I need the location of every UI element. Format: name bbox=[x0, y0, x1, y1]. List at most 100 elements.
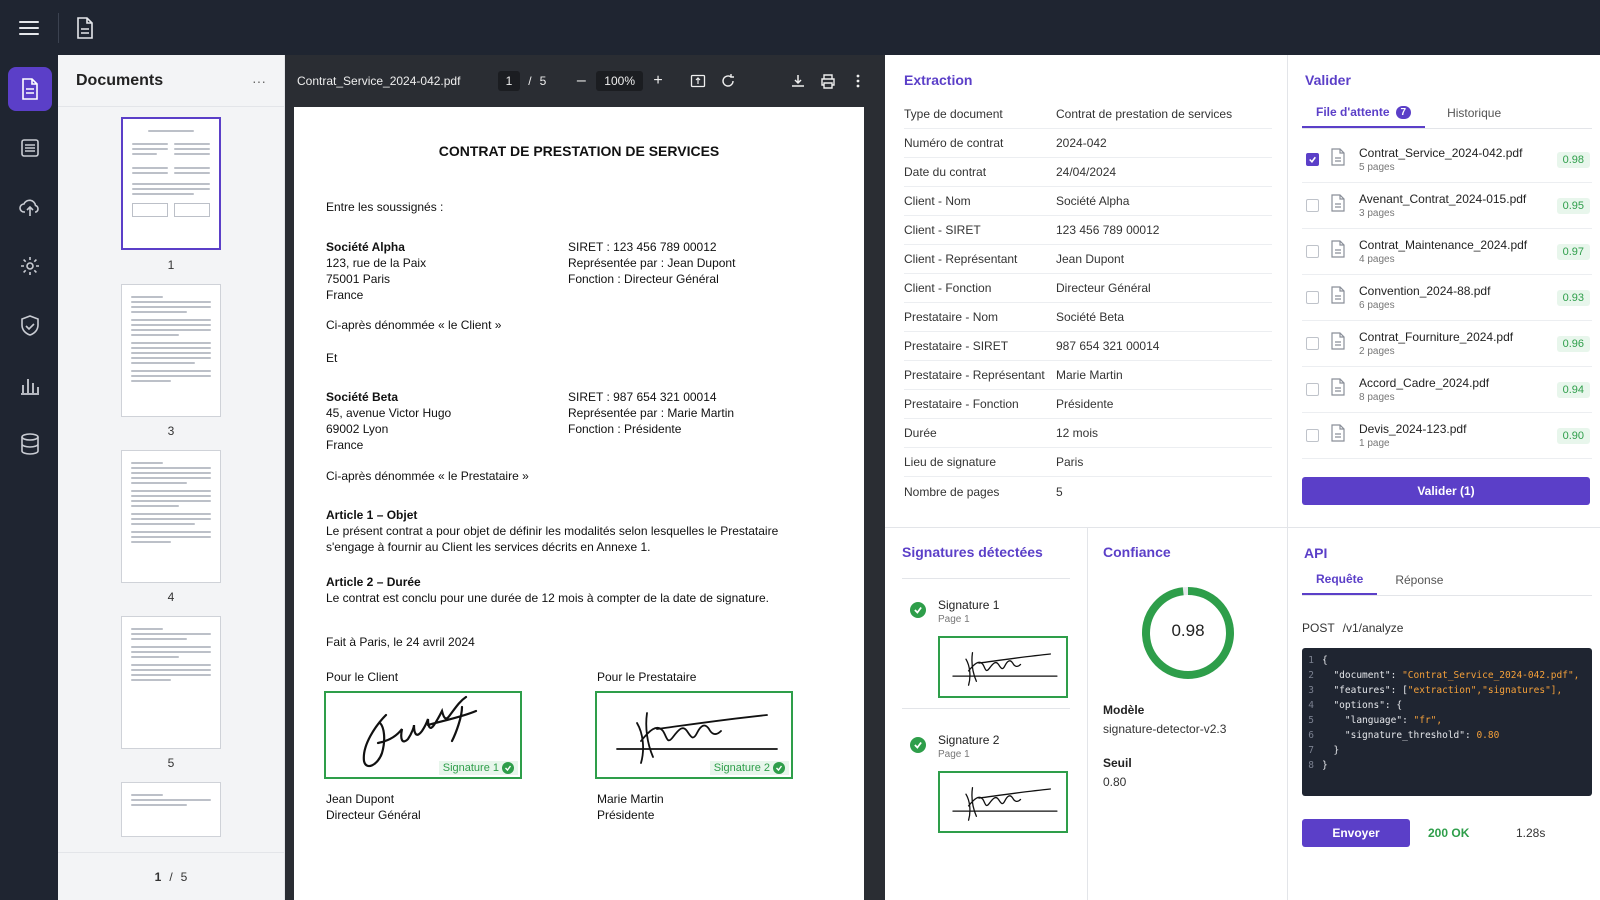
nav-upload[interactable] bbox=[8, 185, 52, 229]
queue-checkbox[interactable] bbox=[1306, 291, 1319, 304]
print-icon[interactable] bbox=[813, 66, 843, 96]
code-line: 3 "features": ["extraction","signatures"… bbox=[1308, 685, 1563, 696]
tab-queue[interactable]: File d'attente 7 bbox=[1302, 98, 1426, 128]
code-line: 1{ bbox=[1308, 655, 1328, 666]
nav-list[interactable] bbox=[8, 126, 52, 170]
queue-checkbox[interactable] bbox=[1306, 199, 1319, 212]
threshold-value: 0.80 bbox=[1103, 775, 1127, 789]
party1-block: Société Alpha 123, rue de la Paix 75001 … bbox=[326, 240, 427, 302]
signature-1-preview bbox=[938, 636, 1068, 698]
signature-date: Fait à Paris, le 24 avril 2024 bbox=[326, 635, 475, 649]
thumbnail-label: 1 bbox=[167, 258, 175, 272]
divider bbox=[58, 12, 59, 43]
thumbnail-page-4[interactable] bbox=[121, 450, 221, 583]
zoom-in-button[interactable]: + bbox=[643, 66, 673, 96]
thumbnail-page-3[interactable] bbox=[121, 284, 221, 417]
tab-history[interactable]: Historique bbox=[1433, 98, 1515, 128]
pdf-file-icon bbox=[1331, 148, 1345, 171]
pdf-file-icon bbox=[1331, 378, 1345, 401]
pdf-file-icon bbox=[1331, 424, 1345, 447]
party2-alias: Ci-après dénommée « le Prestataire » bbox=[326, 469, 529, 483]
party2-details: SIRET : 987 654 321 00014 Représentée pa… bbox=[568, 390, 735, 436]
send-button[interactable]: Envoyer bbox=[1302, 819, 1410, 847]
thumbnail-label: 4 bbox=[167, 590, 175, 604]
thumbnail-page-1[interactable] bbox=[121, 117, 221, 250]
signature-2-box[interactable]: Signature 2 bbox=[595, 691, 793, 779]
queue-item[interactable]: Contrat_Maintenance_2024.pdf 4 pages 0.97 bbox=[1302, 229, 1592, 275]
zoom-out-button[interactable]: – bbox=[566, 66, 596, 96]
zoom-level[interactable]: 100% bbox=[596, 71, 643, 91]
file-icon[interactable] bbox=[71, 0, 99, 55]
queue-item[interactable]: Convention_2024-88.pdf 6 pages 0.93 bbox=[1302, 275, 1592, 321]
queue-file-name: Contrat_Fourniture_2024.pdf bbox=[1359, 330, 1514, 344]
model-value: signature-detector-v2.3 bbox=[1103, 722, 1227, 736]
check-circle-icon bbox=[910, 737, 926, 753]
database-icon bbox=[21, 433, 39, 455]
signatures-title: Signatures détectées bbox=[902, 544, 1043, 560]
nav-documents[interactable] bbox=[8, 67, 52, 111]
queue-checkbox[interactable] bbox=[1306, 337, 1319, 350]
extraction-row: Nombre de pages 5 bbox=[904, 484, 1063, 499]
queue-item[interactable]: Devis_2024-123.pdf 1 page 0.90 bbox=[1302, 413, 1592, 459]
queue-score: 0.90 bbox=[1556, 427, 1590, 444]
queue-score: 0.96 bbox=[1556, 335, 1590, 352]
nav-settings[interactable] bbox=[8, 244, 52, 288]
signature-1-box[interactable]: Signature 1 bbox=[324, 691, 522, 779]
more-icon[interactable]: ··· bbox=[252, 73, 266, 89]
fit-page-icon[interactable] bbox=[683, 66, 713, 96]
tab-request[interactable]: Requête bbox=[1302, 565, 1378, 595]
signature-1-tag: Signature 1 bbox=[438, 761, 518, 775]
queue-checkbox[interactable] bbox=[1306, 383, 1319, 396]
pdf-file-icon bbox=[1331, 332, 1345, 355]
queue-item[interactable]: Accord_Cadre_2024.pdf 8 pages 0.94 bbox=[1302, 367, 1592, 413]
rotate-icon[interactable] bbox=[713, 66, 743, 96]
validate-button[interactable]: Valider (1) bbox=[1302, 477, 1590, 505]
queue-file-name: Accord_Cadre_2024.pdf bbox=[1359, 376, 1490, 390]
api-endpoint: POST/v1/analyze bbox=[1302, 621, 1404, 635]
article1: Article 1 – Objet Le présent contrat a p… bbox=[326, 508, 779, 554]
client-signatory: Jean Dupont Directeur Général bbox=[326, 792, 421, 822]
client-sign-label: Pour le Client bbox=[326, 670, 399, 684]
validation-title: Valider bbox=[1305, 72, 1351, 88]
page-input[interactable]: 1 bbox=[497, 71, 521, 91]
pdf-file-icon bbox=[1331, 194, 1345, 217]
code-line: 4 "options": { bbox=[1308, 700, 1403, 711]
tab-response[interactable]: Réponse bbox=[1381, 565, 1457, 595]
code-line: 5 "language": "fr", bbox=[1308, 715, 1443, 726]
queue-checkbox[interactable] bbox=[1306, 245, 1319, 258]
thumbnail-page-5[interactable] bbox=[121, 616, 221, 749]
nav-analytics[interactable] bbox=[8, 363, 52, 407]
signature-name: Signature 2 bbox=[938, 733, 1000, 747]
extraction-row: Client - Nom Société Alpha bbox=[904, 187, 1272, 216]
queue-item[interactable]: Contrat_Fourniture_2024.pdf 2 pages 0.96 bbox=[1302, 321, 1592, 367]
more-vertical-icon[interactable] bbox=[843, 66, 873, 96]
thumbnail-page-next[interactable] bbox=[121, 782, 221, 837]
nav-security[interactable] bbox=[8, 304, 52, 348]
api-panel: API Requête Réponse POST/v1/analyze 1{2 … bbox=[1288, 528, 1600, 900]
queue-item[interactable]: Avenant_Contrat_2024-015.pdf 3 pages 0.95 bbox=[1302, 183, 1592, 229]
signature-name: Signature 1 bbox=[938, 598, 1000, 612]
signature-page: Page 1 bbox=[938, 614, 970, 625]
provider-signatory: Marie Martin Présidente bbox=[597, 792, 664, 822]
queue-checkbox[interactable] bbox=[1306, 429, 1319, 442]
menu-icon[interactable] bbox=[0, 0, 58, 55]
check-circle-icon bbox=[910, 602, 926, 618]
queue-file-pages: 8 pages bbox=[1359, 392, 1395, 403]
queue-file-pages: 5 pages bbox=[1359, 162, 1395, 173]
code-line: 8} bbox=[1308, 760, 1328, 771]
viewer-toolbar: Contrat_Service_2024-042.pdf 1 / 5 – 100… bbox=[285, 55, 885, 107]
queue-checkbox[interactable] bbox=[1306, 153, 1319, 166]
download-icon[interactable] bbox=[783, 66, 813, 96]
model-label: Modèle bbox=[1103, 703, 1145, 717]
validation-panel: Valider File d'attente 7 Historique Cont… bbox=[1288, 55, 1600, 528]
extraction-row: Client - Représentant Jean Dupont bbox=[904, 245, 1272, 274]
queue-score: 0.98 bbox=[1556, 151, 1590, 168]
list-icon bbox=[21, 139, 39, 157]
extraction-row: Durée 12 mois bbox=[904, 419, 1272, 448]
intro-text: Entre les soussignés : bbox=[326, 200, 444, 214]
queue-item[interactable]: Contrat_Service_2024-042.pdf 5 pages 0.98 bbox=[1302, 137, 1592, 183]
request-body-editor[interactable]: 1{2 "document": "Contrat_Service_2024-04… bbox=[1302, 648, 1592, 796]
queue-file-pages: 2 pages bbox=[1359, 346, 1395, 357]
pdf-viewer: Contrat_Service_2024-042.pdf 1 / 5 – 100… bbox=[285, 55, 885, 900]
nav-database[interactable] bbox=[8, 422, 52, 466]
